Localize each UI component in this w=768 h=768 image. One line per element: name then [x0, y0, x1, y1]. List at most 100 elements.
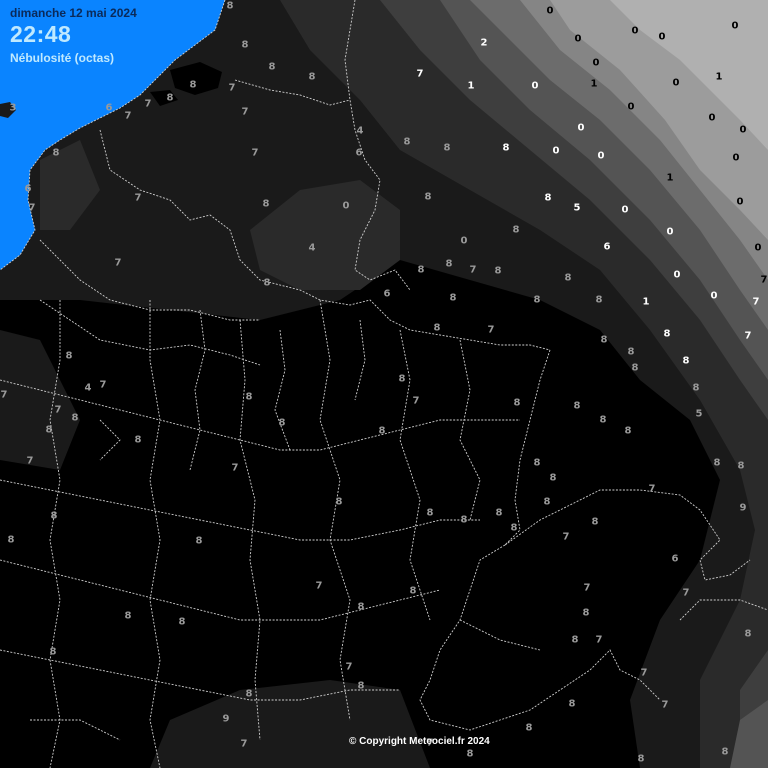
observation-value: 7 — [563, 532, 570, 543]
observation-value: 0 — [553, 146, 560, 157]
observation-value: 1 — [591, 79, 598, 90]
observation-value: 8 — [544, 497, 551, 508]
observation-value: 8 — [410, 586, 417, 597]
observation-value: 0 — [737, 197, 744, 208]
observation-value: 0 — [755, 243, 762, 254]
observation-value: 8 — [601, 335, 608, 346]
observation-value: 7 — [145, 99, 152, 110]
observation-value: 0 — [709, 113, 716, 124]
observation-value: 7 — [584, 583, 591, 594]
observation-value: 8 — [190, 80, 197, 91]
observation-value: 8 — [461, 515, 468, 526]
observation-value: 8 — [450, 293, 457, 304]
observation-value: 0 — [593, 58, 600, 69]
observation-value: 0 — [622, 205, 629, 216]
observation-value: 8 — [72, 413, 79, 424]
observation-value: 8 — [444, 143, 451, 154]
observation-value: 8 — [638, 754, 645, 765]
observation-value: 8 — [264, 278, 271, 289]
observation-value: 8 — [513, 225, 520, 236]
observation-value: 0 — [547, 6, 554, 17]
observation-value: 7 — [115, 258, 122, 269]
observation-value: 0 — [598, 151, 605, 162]
observation-value: 8 — [496, 508, 503, 519]
observation-value: 8 — [514, 398, 521, 409]
observation-value: 8 — [738, 461, 745, 472]
observation-value: 8 — [467, 749, 474, 760]
observation-value: 7 — [27, 456, 34, 467]
observation-value: 7 — [316, 581, 323, 592]
observation-value: 0 — [674, 270, 681, 281]
observation-value: 6 — [106, 103, 113, 114]
observation-value: 8 — [358, 681, 365, 692]
observation-value: 8 — [358, 602, 365, 613]
observation-value: 8 — [534, 458, 541, 469]
observation-value: 6 — [356, 148, 363, 159]
observation-value: 1 — [468, 81, 475, 92]
observation-value: 7 — [753, 297, 760, 308]
observation-value: 8 — [583, 608, 590, 619]
observation-value: 7 — [417, 69, 424, 80]
observation-value: 8 — [336, 497, 343, 508]
observation-value: 8 — [664, 329, 671, 340]
observation-value: 0 — [659, 32, 666, 43]
observation-value: 6 — [384, 289, 391, 300]
observation-value: 3 — [10, 103, 17, 114]
observation-value: 4 — [309, 243, 316, 254]
observation-value: 8 — [404, 137, 411, 148]
observation-value: 6 — [25, 184, 32, 195]
observation-value: 5 — [696, 409, 703, 420]
observation-value: 8 — [167, 93, 174, 104]
observation-value: 8 — [246, 392, 253, 403]
observation-value: 7 — [242, 107, 249, 118]
observation-value: 8 — [526, 723, 533, 734]
observation-value: 8 — [714, 458, 721, 469]
observation-value: 8 — [279, 418, 286, 429]
observation-value: 7 — [252, 148, 259, 159]
copyright-notice: © Copyright Meteociel.fr 2024 — [349, 736, 490, 747]
observation-value: 7 — [100, 380, 107, 391]
observation-value: 8 — [309, 72, 316, 83]
map-subtitle: Nébulosité (octas) — [10, 51, 115, 65]
observation-value: 8 — [745, 629, 752, 640]
observation-value: 8 — [242, 40, 249, 51]
observation-value: 4 — [85, 383, 92, 394]
observation-value: 7 — [683, 588, 690, 599]
observation-value: 8 — [565, 273, 572, 284]
observation-value: 8 — [600, 415, 607, 426]
observation-value: 8 — [495, 266, 502, 277]
observation-value: 8 — [503, 143, 510, 154]
observation-value: 8 — [196, 536, 203, 547]
observation-value: 8 — [592, 517, 599, 528]
observation-value: 8 — [628, 347, 635, 358]
observation-value: 8 — [569, 699, 576, 710]
observation-value: 7 — [55, 405, 62, 416]
observation-value: 8 — [8, 535, 15, 546]
observation-value: 8 — [722, 747, 729, 758]
observation-value: 8 — [425, 192, 432, 203]
observation-value: 0 — [732, 21, 739, 32]
observation-value: 7 — [125, 111, 132, 122]
observation-value: 7 — [761, 275, 768, 286]
observation-value: 7 — [229, 83, 236, 94]
observation-value: 1 — [643, 297, 650, 308]
observation-value: 0 — [711, 291, 718, 302]
weather-map: 8888788776386777074788646872100000010100… — [0, 0, 768, 768]
observation-value: 2 — [481, 38, 488, 49]
observation-value: 6 — [672, 554, 679, 565]
observation-value: 8 — [545, 193, 552, 204]
observation-value: 8 — [596, 295, 603, 306]
observation-value: 0 — [733, 153, 740, 164]
observation-value: 7 — [1, 390, 8, 401]
observation-value: 7 — [346, 662, 353, 673]
observation-value: 7 — [596, 635, 603, 646]
cloud-cover-map-canvas: 8888788776386777074788646872100000010100… — [0, 0, 768, 768]
observation-value: 7 — [662, 700, 669, 711]
observation-value: 8 — [418, 265, 425, 276]
observation-value: 8 — [50, 647, 57, 658]
observation-value: 0 — [575, 34, 582, 45]
observation-value: 6 — [604, 242, 611, 253]
observation-value: 8 — [125, 611, 132, 622]
observation-value: 0 — [461, 236, 468, 247]
observation-value: 8 — [434, 323, 441, 334]
